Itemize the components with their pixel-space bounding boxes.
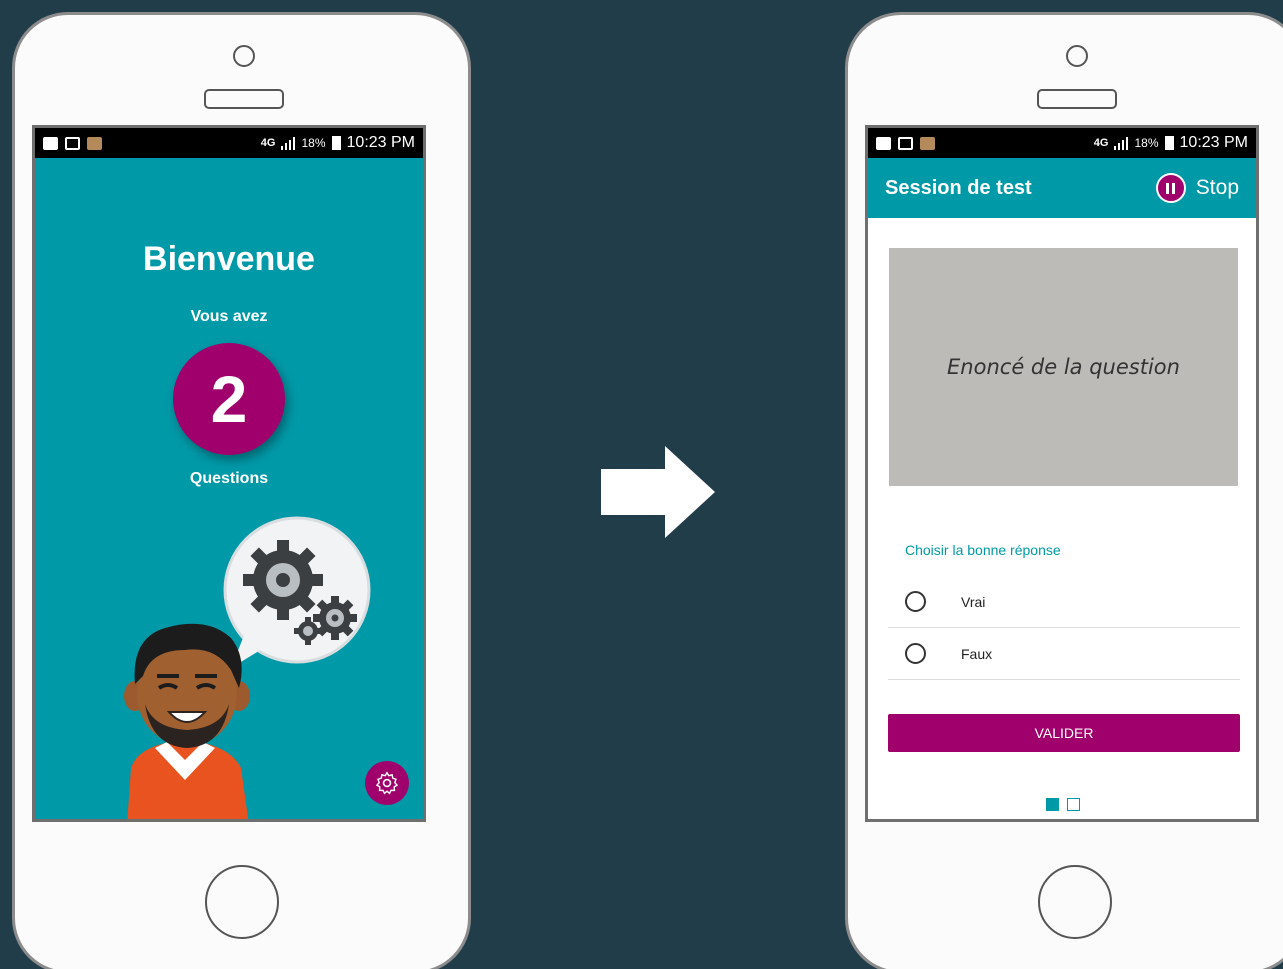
question-screen: 4G 18% 10:23 PM Session de test Stop Eno…	[865, 125, 1259, 822]
signal-icon	[281, 136, 296, 150]
option-label: Faux	[961, 645, 993, 662]
option-label: Vrai	[961, 593, 986, 610]
radio-button[interactable]	[905, 643, 926, 664]
page-indicator	[1046, 798, 1080, 811]
welcome-subtitle: Vous avez	[190, 308, 268, 325]
welcome-title: Bienvenue	[143, 240, 315, 278]
speaker	[1037, 89, 1117, 109]
front-camera	[233, 45, 255, 67]
network-type: 4G	[1093, 137, 1109, 149]
settings-button[interactable]	[365, 761, 409, 805]
answer-option-vrai[interactable]: Vrai	[888, 576, 1240, 628]
clock: 10:23 PM	[1179, 134, 1248, 151]
character-body	[127, 740, 249, 819]
answer-prompt: Choisir la bonne réponse	[905, 542, 1061, 558]
validate-button[interactable]: VALIDER	[888, 714, 1240, 752]
gallery-icon	[898, 136, 913, 150]
answer-option-faux[interactable]: Faux	[888, 628, 1240, 680]
stop-label: Stop	[1195, 176, 1239, 199]
status-bar: 4G 18% 10:23 PM	[35, 128, 423, 158]
page-dot-active[interactable]	[1046, 798, 1059, 811]
arrow-right-icon	[601, 446, 715, 538]
battery-icon	[331, 136, 341, 150]
count-label: Questions	[189, 470, 269, 487]
youtube-icon	[43, 136, 58, 150]
app-bar: Session de test Stop	[868, 158, 1256, 218]
app-bar-title: Session de test	[885, 176, 1032, 199]
signal-icon	[1114, 136, 1129, 150]
network-type: 4G	[260, 137, 276, 149]
stage: 4G 18% 10:23 PM Bienvenue Vous avez 2 Qu…	[0, 0, 1283, 969]
youtube-icon	[876, 136, 891, 150]
front-camera	[1066, 45, 1088, 67]
question-statement: Enoncé de la question	[889, 248, 1238, 486]
welcome-screen: 4G 18% 10:23 PM Bienvenue Vous avez 2 Qu…	[32, 125, 426, 822]
app-icon	[920, 136, 935, 150]
radio-button[interactable]	[905, 591, 926, 612]
home-button[interactable]	[1038, 865, 1112, 939]
battery-percent: 18%	[301, 136, 326, 150]
app-icon	[87, 136, 102, 150]
stop-button[interactable]: Stop	[1155, 173, 1239, 203]
page-dot[interactable]	[1067, 798, 1080, 811]
pause-icon	[1155, 173, 1186, 203]
gear-illustration	[243, 540, 323, 620]
battery-icon	[1164, 136, 1174, 150]
gallery-icon	[65, 136, 80, 150]
speaker	[204, 89, 284, 109]
question-count-badge: 2	[173, 343, 285, 455]
clock: 10:23 PM	[346, 134, 415, 151]
status-bar: 4G 18% 10:23 PM	[868, 128, 1256, 158]
home-button[interactable]	[205, 865, 279, 939]
gear-icon	[375, 771, 399, 795]
battery-percent: 18%	[1134, 136, 1159, 150]
